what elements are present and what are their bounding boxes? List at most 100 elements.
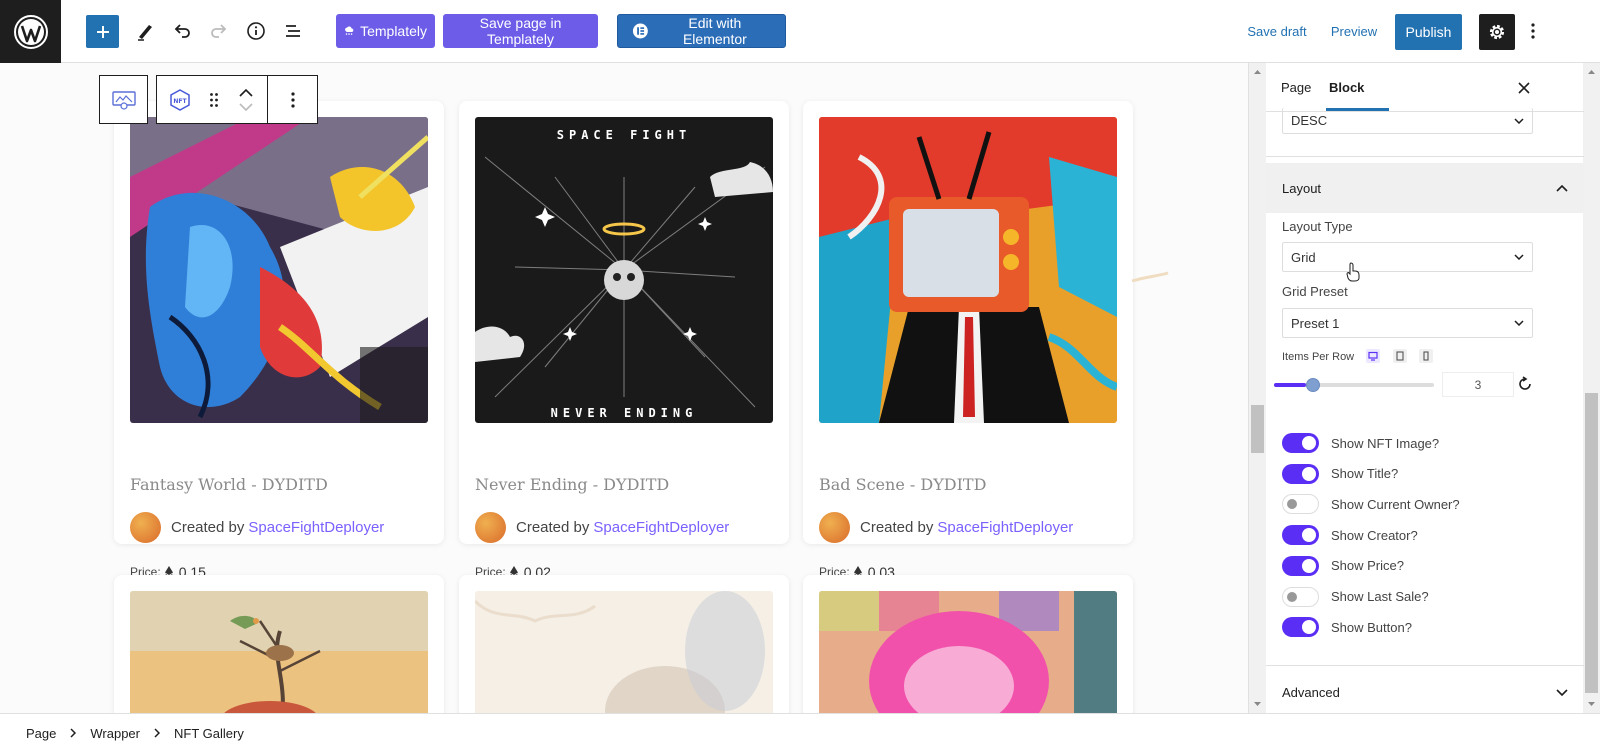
- save-in-templately-button[interactable]: Save page in Templately: [443, 14, 598, 48]
- items-per-row-label: Items Per Row: [1282, 351, 1355, 363]
- wordpress-logo-icon[interactable]: [0, 0, 61, 63]
- art-text-never-ending: NEVER ENDING: [551, 406, 698, 420]
- desktop-device-icon[interactable]: [1366, 349, 1380, 363]
- drag-handle-icon[interactable]: [203, 76, 225, 123]
- info-icon[interactable]: [245, 14, 267, 48]
- items-per-row-input[interactable]: 3: [1442, 372, 1514, 397]
- breadcrumb-item-page[interactable]: Page: [26, 726, 56, 741]
- toggle-switch[interactable]: [1282, 463, 1319, 484]
- nft-card[interactable]: SPACE FIGHT NEVER ENDING Never Ending - …: [459, 101, 789, 580]
- svg-text:NFT: NFT: [173, 98, 187, 105]
- scroll-up-arrow-icon[interactable]: [1249, 67, 1266, 77]
- creator-link[interactable]: SpaceFightDeployer: [593, 519, 729, 536]
- settings-gear-icon[interactable]: [1479, 14, 1515, 50]
- scroll-down-arrow-icon[interactable]: [1249, 699, 1266, 709]
- grid-preset-label: Grid Preset: [1282, 284, 1348, 299]
- edit-tool-pencil-icon[interactable]: [134, 14, 156, 48]
- breadcrumb-item-wrapper[interactable]: Wrapper: [90, 726, 140, 741]
- toggle-switch[interactable]: [1282, 586, 1319, 607]
- move-down-chevron-icon[interactable]: [239, 102, 253, 111]
- redo-icon[interactable]: [208, 14, 230, 48]
- nft-creator: Created by SpaceFightDeployer: [130, 512, 384, 543]
- tab-block[interactable]: Block: [1329, 80, 1364, 95]
- options-kebab-icon[interactable]: [1524, 14, 1542, 48]
- scroll-up-arrow-icon[interactable]: [1583, 67, 1600, 77]
- toggle-switch[interactable]: [1282, 525, 1319, 546]
- layout-section-header[interactable]: Layout: [1266, 163, 1584, 213]
- nft-title[interactable]: Never Ending - DYDITD: [475, 475, 669, 494]
- canvas-scrollbar[interactable]: [1249, 63, 1266, 713]
- reset-icon[interactable]: [1517, 376, 1533, 392]
- divider: [1266, 665, 1584, 666]
- toggle-label: Show Creator?: [1331, 527, 1418, 543]
- toggle-switch[interactable]: [1282, 555, 1319, 576]
- nft-card[interactable]: [459, 575, 789, 713]
- layout-type-select[interactable]: Grid: [1282, 242, 1533, 272]
- tab-page[interactable]: Page: [1281, 80, 1311, 95]
- block-options-kebab-icon[interactable]: [267, 76, 317, 123]
- chevron-up-icon: [1556, 184, 1568, 192]
- gallery-block-icon: [111, 90, 136, 110]
- nft-title[interactable]: Bad Scene - DYDITD: [819, 475, 986, 494]
- decorative-stroke: [1131, 271, 1169, 283]
- preview-button[interactable]: Preview: [1326, 14, 1382, 48]
- save-draft-button[interactable]: Save draft: [1244, 14, 1310, 48]
- add-block-button[interactable]: [86, 15, 119, 48]
- breadcrumb-item-nft-gallery[interactable]: NFT Gallery: [174, 726, 244, 741]
- toggle-row[interactable]: Show Current Owner?: [1282, 494, 1460, 515]
- nft-card[interactable]: Fantasy World - DYDITD Created by SpaceF…: [114, 101, 444, 580]
- nft-image-bad-scene: [819, 117, 1117, 423]
- grid-preset-select[interactable]: Preset 1: [1282, 308, 1533, 338]
- block-parent-selector[interactable]: [99, 75, 148, 124]
- move-block-controls: [225, 76, 267, 123]
- sidebar-tabs: Page Block: [1266, 63, 1584, 112]
- nft-title[interactable]: Fantasy World - DYDITD: [130, 475, 328, 494]
- editor-top-bar: Templately Save page in Templately Edit …: [0, 0, 1600, 63]
- list-view-icon[interactable]: [282, 14, 304, 48]
- toggle-row[interactable]: Show Price?: [1282, 555, 1404, 576]
- edit-with-elementor-button[interactable]: Edit with Elementor: [617, 14, 786, 48]
- sidebar-scrollbar[interactable]: [1583, 63, 1600, 713]
- creator-link[interactable]: SpaceFightDeployer: [248, 519, 384, 536]
- templately-label: Templately: [360, 23, 427, 39]
- layout-type-label: Layout Type: [1282, 219, 1353, 234]
- toggle-label: Show Button?: [1331, 619, 1412, 635]
- block-toolbar: NFT: [156, 75, 318, 124]
- items-per-row-slider-thumb[interactable]: [1306, 378, 1320, 392]
- toggle-switch[interactable]: [1282, 433, 1319, 453]
- scroll-down-arrow-icon[interactable]: [1583, 699, 1600, 709]
- breadcrumb-chevron-icon: [70, 728, 77, 738]
- toggle-label: Show Last Sale?: [1331, 589, 1429, 604]
- sidebar-scroll-thumb[interactable]: [1585, 393, 1598, 693]
- nft-creator: Created by SpaceFightDeployer: [819, 512, 1073, 543]
- tablet-device-icon[interactable]: [1393, 349, 1407, 363]
- layout-section-title: Layout: [1282, 180, 1322, 196]
- nft-card[interactable]: [114, 575, 444, 713]
- nft-card[interactable]: Bad Scene - DYDITD Created by SpaceFight…: [803, 101, 1133, 580]
- order-select[interactable]: DESC: [1282, 108, 1533, 134]
- move-up-chevron-icon[interactable]: [239, 88, 253, 97]
- creator-link[interactable]: SpaceFightDeployer: [937, 519, 1073, 536]
- undo-icon[interactable]: [171, 14, 193, 48]
- layout-type-value: Grid: [1291, 249, 1316, 265]
- mouse-pointer-hand-icon: [1346, 262, 1360, 282]
- toggle-switch[interactable]: [1282, 617, 1319, 638]
- toggle-row[interactable]: Show Title?: [1282, 463, 1398, 484]
- mobile-device-icon[interactable]: [1419, 349, 1433, 363]
- nft-card[interactable]: [803, 575, 1133, 713]
- toggle-row[interactable]: Show Last Sale?: [1282, 586, 1429, 607]
- advanced-section-header[interactable]: Advanced: [1266, 667, 1584, 717]
- toggle-row[interactable]: Show Creator?: [1282, 525, 1418, 546]
- publish-button[interactable]: Publish: [1395, 14, 1462, 50]
- toggle-row[interactable]: Show NFT Image?: [1282, 433, 1439, 453]
- creator-avatar: [130, 512, 161, 543]
- canvas-scroll-thumb[interactable]: [1251, 405, 1264, 453]
- toggle-switch[interactable]: [1282, 494, 1319, 515]
- close-icon[interactable]: [1518, 82, 1530, 94]
- toggle-row[interactable]: Show Button?: [1282, 617, 1412, 638]
- chevron-down-icon: [1514, 254, 1524, 260]
- toggle-label: Show NFT Image?: [1331, 435, 1440, 451]
- templately-button[interactable]: Templately: [336, 14, 435, 48]
- nft-block-icon[interactable]: NFT: [157, 76, 203, 123]
- items-per-row-slider-track[interactable]: [1274, 378, 1434, 392]
